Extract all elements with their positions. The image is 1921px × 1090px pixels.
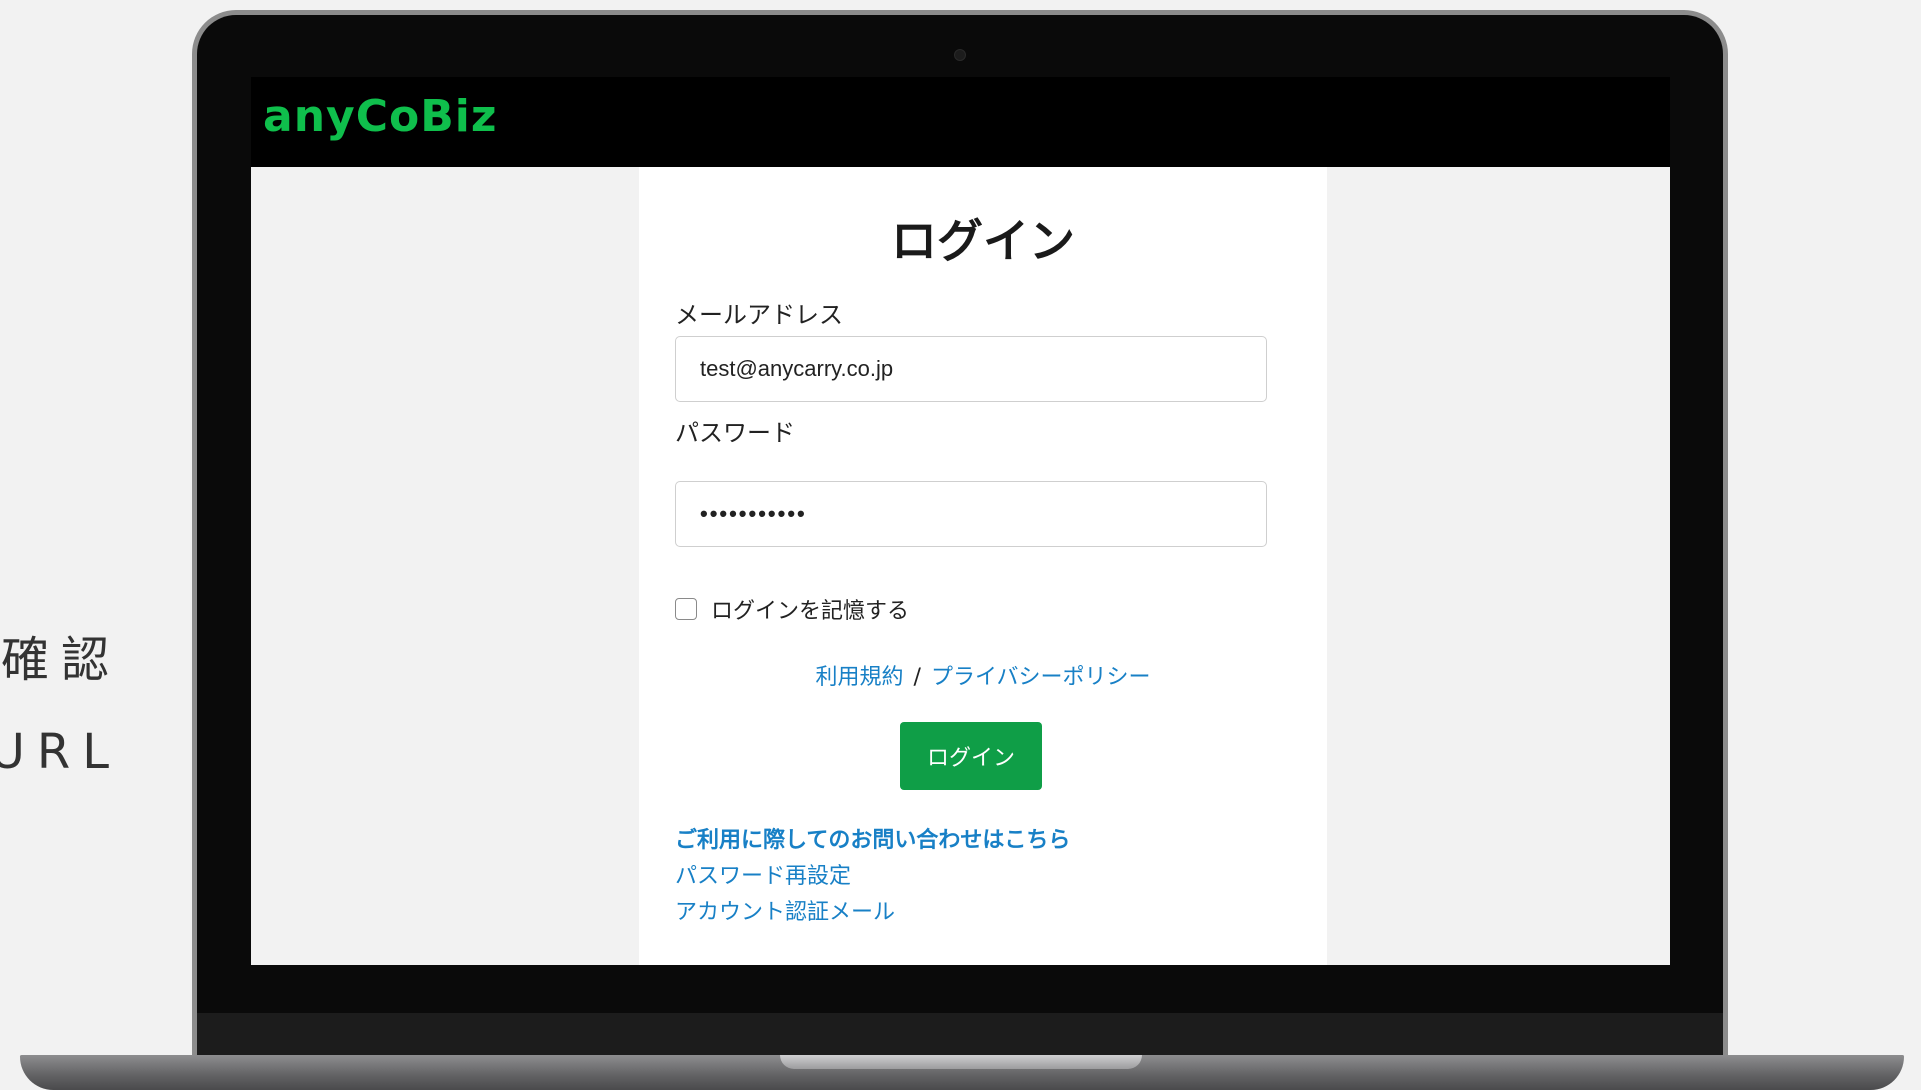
email-value: test@anycarry.co.jp [700,356,894,381]
remember-checkbox[interactable] [675,598,697,620]
password-value: ••••••••••• [700,501,807,526]
help-links: ご利用に際してのお問い合わせはこちら パスワード再設定 アカウント認証メール [675,823,1070,931]
privacy-policy-link[interactable]: プライバシーポリシー [931,665,1151,690]
app-logo[interactable]: anyCoBiz [263,91,497,142]
side-caption-url: URL [0,724,121,780]
contact-link[interactable]: ご利用に際してのお問い合わせはこちら [675,823,1070,859]
page-content: ログイン メールアドレス test@anycarry.co.jp パスワード •… [251,167,1670,965]
app-header: anyCoBiz [251,77,1670,167]
email-field[interactable]: test@anycarry.co.jp [675,336,1267,402]
side-caption-confirm: 確認 [0,632,121,688]
login-card: ログイン メールアドレス test@anycarry.co.jp パスワード •… [639,167,1327,965]
link-separator: / [913,665,921,690]
account-verification-link[interactable]: アカウント認証メール [675,895,1070,931]
laptop-hinge-notch [780,1055,1142,1069]
page-title: ログイン [891,214,1075,268]
laptop-screen: anyCoBiz ログイン メールアドレス test@anycarry.co.j… [251,77,1670,965]
password-reset-link[interactable]: パスワード再設定 [675,859,1070,895]
camera-icon [954,49,966,61]
password-field[interactable]: ••••••••••• [675,481,1267,547]
remember-login[interactable]: ログインを記憶する [675,593,909,625]
laptop-bezel-bottom [197,1013,1723,1055]
password-label: パスワード [675,419,795,447]
policy-links: 利用規約 / プライバシーポリシー [639,659,1327,691]
email-label: メールアドレス [675,301,843,329]
remember-label: ログインを記憶する [711,599,910,624]
terms-link[interactable]: 利用規約 [816,665,904,690]
login-button[interactable]: ログイン [900,722,1042,790]
